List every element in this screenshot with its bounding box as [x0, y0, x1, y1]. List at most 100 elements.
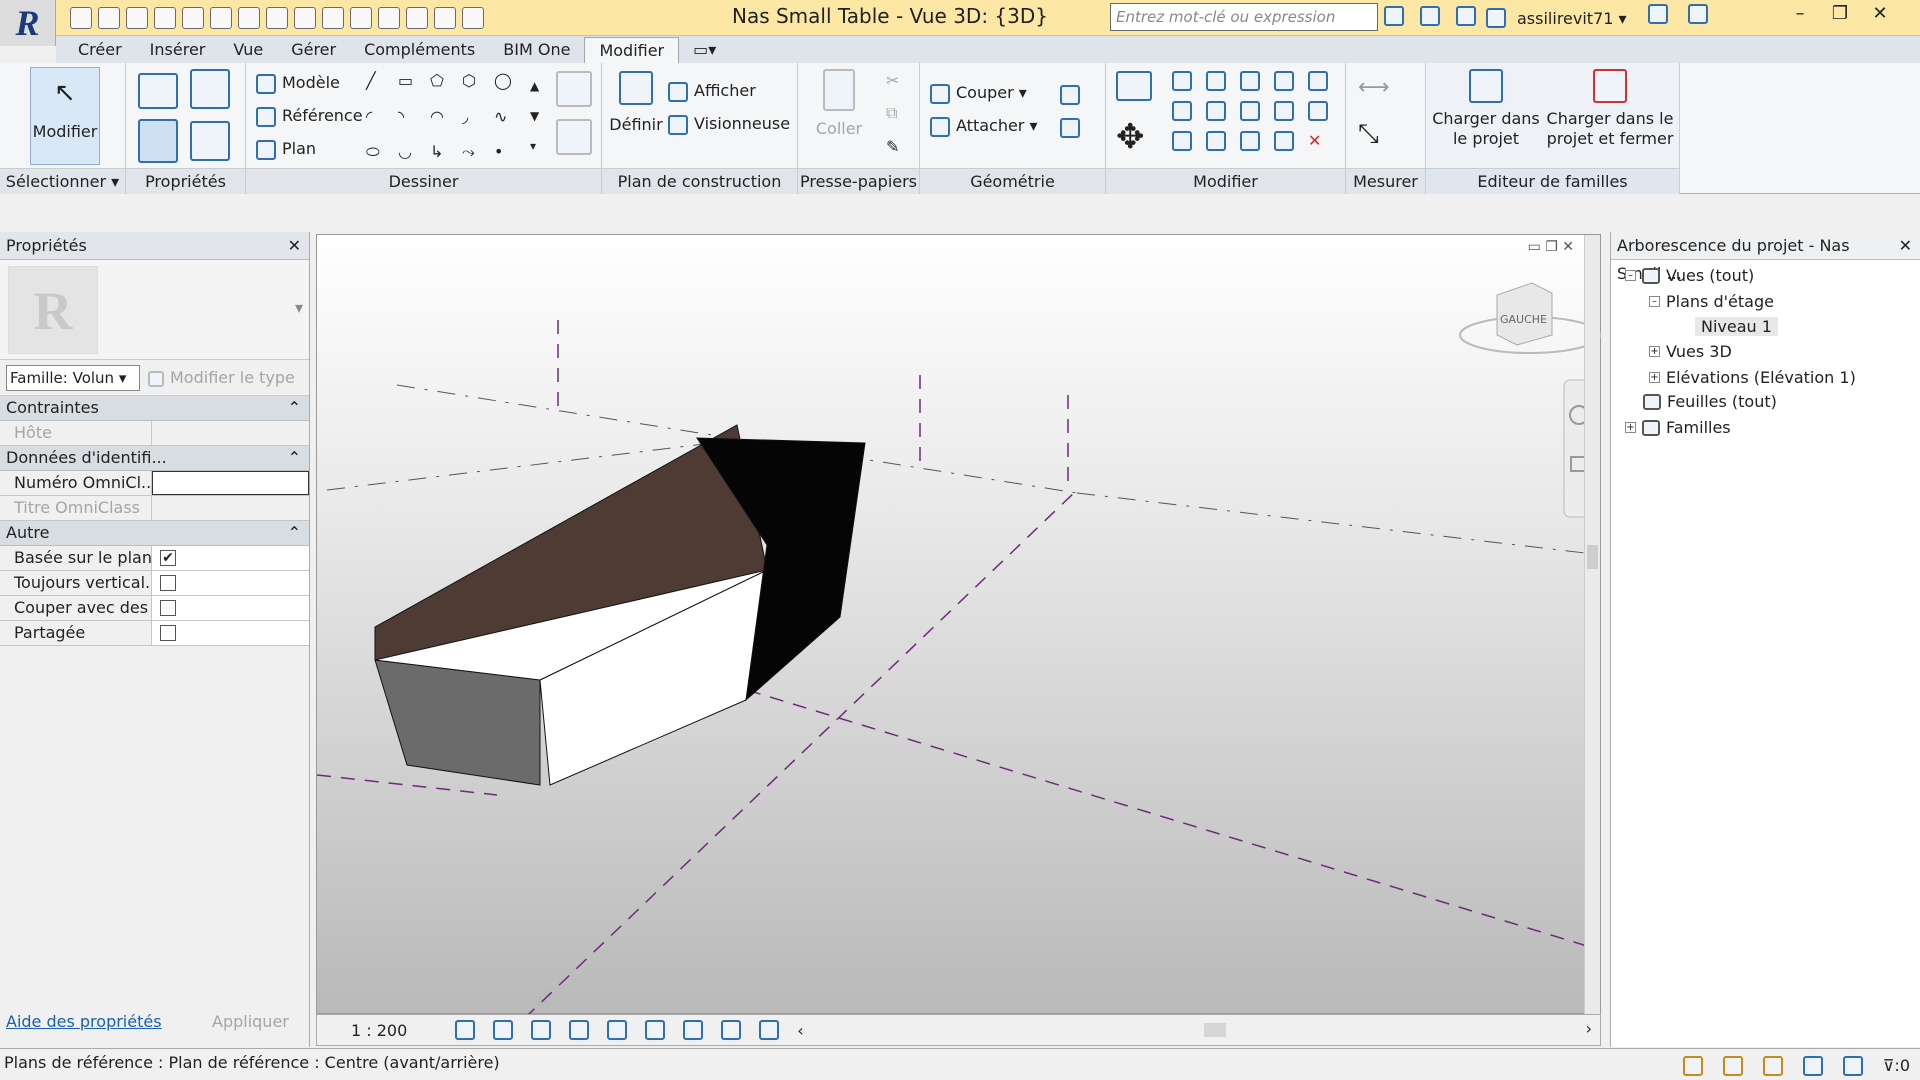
- subscription-icon[interactable]: [1420, 6, 1440, 26]
- tree-item-vues-3d[interactable]: + Vues 3D: [1649, 342, 1732, 361]
- select-by-face-icon[interactable]: [1802, 1056, 1823, 1076]
- show-crop-icon[interactable]: [645, 1020, 666, 1040]
- horizontal-scrollbar[interactable]: ›: [1100, 1019, 1600, 1038]
- unpin-icon[interactable]: [1308, 71, 1328, 91]
- delete-icon[interactable]: ✕: [1308, 131, 1332, 151]
- scale-icon[interactable]: [1274, 101, 1294, 121]
- thin-lines-icon[interactable]: [378, 7, 400, 29]
- scrollbar-thumb[interactable]: [1204, 1023, 1226, 1037]
- load-and-close-button[interactable]: Charger dans le projet et fermer: [1542, 69, 1678, 149]
- save-icon[interactable]: [98, 7, 120, 29]
- move-icon[interactable]: ✥: [1116, 117, 1145, 157]
- ellipse-icon[interactable]: ⬭: [366, 142, 392, 171]
- view-window-controls[interactable]: ▭ ❐ ✕: [1528, 239, 1574, 255]
- tab-modifier[interactable]: Modifier: [584, 37, 680, 63]
- cut-geometry-button[interactable]: Couper ▾: [930, 83, 1027, 104]
- family-shape-front-face[interactable]: [374, 659, 541, 786]
- viewcube[interactable]: GAUCHE: [1459, 282, 1601, 354]
- draw-reference-line-button[interactable]: Référence: [256, 106, 363, 127]
- tree-item-plans-etage[interactable]: – Plans d'étage: [1649, 292, 1774, 311]
- collapse-icon[interactable]: –: [1625, 270, 1636, 281]
- match-properties-icon[interactable]: ✎: [886, 137, 899, 156]
- close-icon[interactable]: ✕: [1899, 232, 1912, 259]
- array-icon[interactable]: [1240, 101, 1260, 121]
- copy-element-icon[interactable]: [1172, 131, 1192, 151]
- measure-icon[interactable]: [210, 7, 232, 29]
- binoculars-icon[interactable]: [1384, 6, 1404, 26]
- open-icon[interactable]: [70, 7, 92, 29]
- tab-vue[interactable]: Vue: [219, 37, 277, 63]
- restore-button[interactable]: ❐: [1820, 0, 1860, 30]
- pin-icon[interactable]: [1308, 101, 1328, 121]
- measure-distance-icon[interactable]: ⟷: [1358, 75, 1390, 100]
- section-icon[interactable]: [350, 7, 372, 29]
- gallery-scroll[interactable]: ▲ ▼ ▾: [530, 71, 539, 161]
- trim-single-icon[interactable]: [1240, 131, 1260, 151]
- search-input[interactable]: Entrez mot-clé ou expression: [1110, 3, 1378, 31]
- align-icon[interactable]: [1116, 71, 1152, 101]
- select-links-icon[interactable]: [1682, 1056, 1703, 1076]
- family-filter-select[interactable]: Famille: Volun ▾: [6, 364, 140, 391]
- omniclass-number-field[interactable]: [152, 471, 309, 495]
- close-hidden-icon[interactable]: [406, 7, 428, 29]
- view-scale[interactable]: 1 : 200: [351, 1021, 407, 1040]
- exchange-apps-icon[interactable]: [1648, 4, 1668, 24]
- paint-icon[interactable]: [1060, 118, 1080, 138]
- application-menu-button[interactable]: R: [0, 0, 56, 46]
- help-icon[interactable]: [1688, 4, 1708, 24]
- lock-3d-icon[interactable]: [683, 1020, 704, 1040]
- aligned-dimension-icon[interactable]: ⤡: [1358, 119, 1379, 150]
- arc-center-icon[interactable]: ◝: [398, 107, 424, 135]
- split-gap-icon[interactable]: [1274, 71, 1294, 91]
- tree-item-familles[interactable]: + Familles: [1625, 418, 1731, 437]
- point-icon[interactable]: •: [494, 142, 520, 171]
- draw-model-line-button[interactable]: Modèle: [256, 73, 340, 94]
- viewer-button[interactable]: Visionneuse: [668, 114, 790, 135]
- category-donnees-identification[interactable]: Données d'identifi... ⌃: [0, 446, 309, 471]
- mirror-axis-icon[interactable]: [1172, 71, 1192, 91]
- offset-icon[interactable]: [1172, 101, 1192, 121]
- expand-icon[interactable]: +: [1649, 346, 1660, 357]
- tab-complements[interactable]: Compléments: [350, 37, 489, 63]
- tab-creer[interactable]: Créer: [64, 37, 136, 63]
- user-account[interactable]: assilirevit71 ▾: [1486, 6, 1626, 30]
- tree-item-feuilles[interactable]: Feuilles (tout): [1643, 392, 1777, 411]
- always-vertical-checkbox[interactable]: [160, 575, 176, 591]
- reveal-hidden-icon[interactable]: [759, 1020, 780, 1040]
- 3d-view-icon[interactable]: [322, 7, 344, 29]
- category-autre[interactable]: Autre ⌃: [0, 521, 309, 546]
- split-element-icon[interactable]: [1240, 71, 1260, 91]
- tangent-arc-icon[interactable]: ◠: [430, 107, 456, 135]
- detail-level-icon[interactable]: [455, 1020, 476, 1040]
- spline-icon[interactable]: ∿: [494, 107, 520, 135]
- text-icon[interactable]: [294, 7, 316, 29]
- scrollbar-thumb[interactable]: [1587, 545, 1598, 569]
- circumscribed-polygon-icon[interactable]: ⬡: [462, 71, 488, 99]
- minimize-button[interactable]: –: [1780, 0, 1820, 30]
- customize-qat-icon[interactable]: [462, 7, 484, 29]
- tree-item-elevations[interactable]: + Elévations (Elévation 1): [1649, 368, 1856, 387]
- cut-with-voids-checkbox[interactable]: [160, 600, 176, 616]
- trim-multiple-icon[interactable]: [1274, 131, 1294, 151]
- visual-style-icon[interactable]: [493, 1020, 514, 1040]
- split-face-icon[interactable]: [1060, 85, 1080, 105]
- properties-toggle-icon[interactable]: [138, 119, 178, 163]
- set-workplane-button[interactable]: Définir: [608, 71, 664, 134]
- favorites-star-icon[interactable]: [1456, 6, 1476, 26]
- circle-icon[interactable]: ◯: [494, 71, 520, 99]
- mirror-draw-icon[interactable]: [1206, 71, 1226, 91]
- redo-icon[interactable]: [182, 7, 204, 29]
- crop-view-icon[interactable]: [607, 1020, 628, 1040]
- close-button[interactable]: ✕: [1860, 0, 1900, 30]
- drag-elements-icon[interactable]: [1842, 1056, 1863, 1076]
- show-workplane-button[interactable]: Afficher: [668, 81, 756, 102]
- shadows-icon[interactable]: [569, 1020, 590, 1040]
- expand-icon[interactable]: +: [1625, 422, 1636, 433]
- close-icon[interactable]: ✕: [288, 232, 301, 259]
- type-properties-icon[interactable]: [190, 121, 230, 161]
- ribbon-minimize-toggle[interactable]: ▭▾: [679, 37, 730, 63]
- rectangle-icon[interactable]: ▭: [398, 71, 424, 99]
- arc-start-end-icon[interactable]: ◜: [366, 107, 392, 135]
- panel-label-selectionner[interactable]: Sélectionner ▾: [0, 168, 125, 194]
- pick-lines-icon[interactable]: ↳: [430, 142, 456, 171]
